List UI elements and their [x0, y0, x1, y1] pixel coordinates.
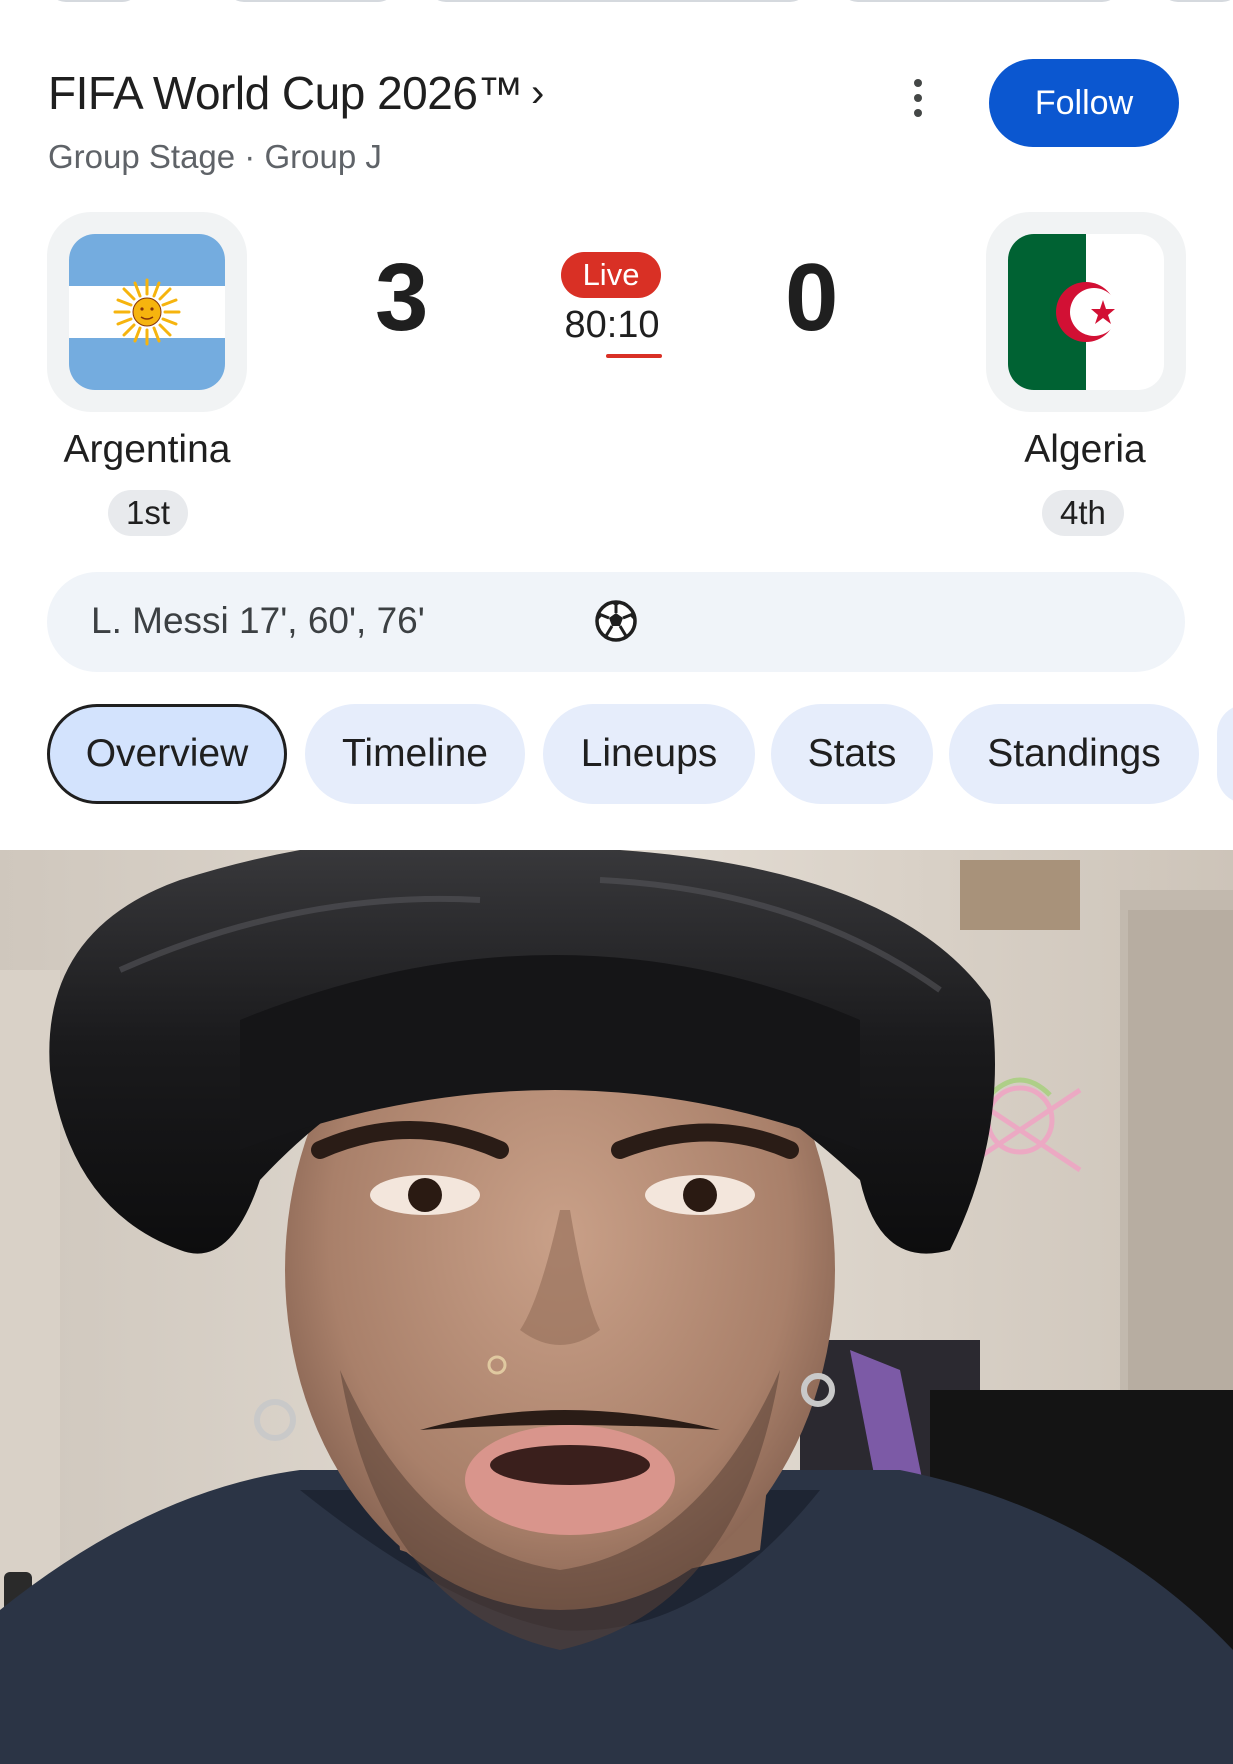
- competition-title-link[interactable]: FIFA World Cup 2026™ ›: [48, 66, 544, 120]
- match-stage: Group Stage · Group J: [48, 138, 382, 175]
- match-tabs: Overview Timeline Lineups Stats Standing…: [47, 704, 1233, 804]
- home-rank-badge: 1st: [108, 490, 189, 536]
- chevron-right-icon: ›: [530, 70, 545, 115]
- home-scorers: L. Messi 17', 60', 76': [91, 600, 425, 641]
- tab-more[interactable]: [1217, 704, 1233, 804]
- more-vert-icon[interactable]: [900, 70, 936, 126]
- tab-overview[interactable]: Overview: [47, 704, 287, 804]
- competition-title: FIFA World Cup 2026™: [48, 67, 523, 119]
- live-badge: Live: [561, 252, 661, 298]
- soccer-ball-icon: [593, 598, 639, 649]
- away-team-name[interactable]: Algeria: [955, 428, 1215, 472]
- tab-lineups[interactable]: Lineups: [543, 704, 755, 804]
- home-score: 3: [375, 244, 429, 351]
- top-chip-row: [0, 0, 1233, 4]
- match-card: FIFA World Cup 2026™ › Group Stage · Gro…: [0, 0, 1233, 850]
- tab-standings[interactable]: Standings: [949, 704, 1199, 804]
- match-clock: 80:10: [564, 304, 660, 346]
- goal-scorers-panel[interactable]: L. Messi 17', 60', 76': [47, 572, 1185, 672]
- away-team-logo[interactable]: [986, 212, 1186, 412]
- algeria-flag-icon: [1008, 234, 1164, 390]
- home-team-logo[interactable]: [47, 212, 247, 412]
- tab-stats[interactable]: Stats: [771, 704, 933, 804]
- home-team-name[interactable]: Argentina: [17, 428, 277, 472]
- reaction-video-frame: [0, 850, 1233, 1764]
- clock-progress-bar: [606, 354, 662, 358]
- away-rank-badge: 4th: [1042, 490, 1124, 536]
- tab-timeline[interactable]: Timeline: [305, 704, 525, 804]
- follow-button[interactable]: Follow: [989, 59, 1179, 147]
- argentina-flag-icon: [69, 234, 225, 390]
- away-score: 0: [785, 244, 839, 351]
